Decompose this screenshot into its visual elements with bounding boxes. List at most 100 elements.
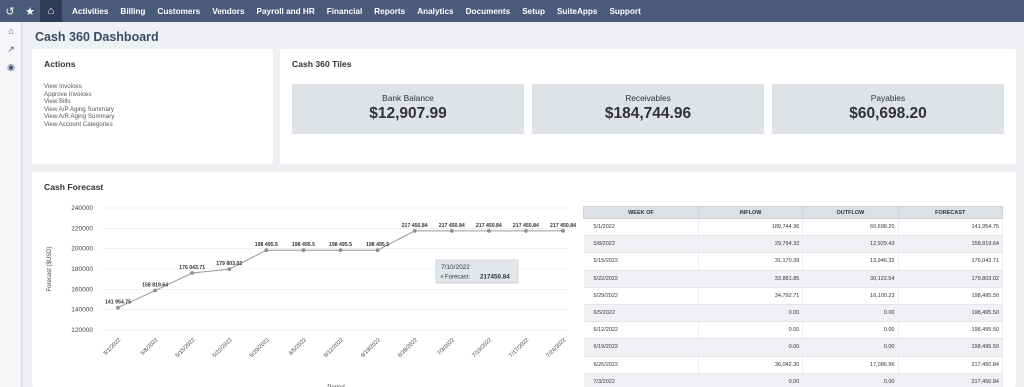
home-icon[interactable]: ⌂ bbox=[0, 22, 22, 40]
table-cell: 6/5/2022 bbox=[583, 304, 699, 323]
action-link[interactable]: View Invoices bbox=[44, 83, 114, 91]
action-link[interactable]: View A/R Aging Summary bbox=[44, 113, 114, 121]
table-cell: 189,744.96 bbox=[698, 218, 804, 237]
nav-item[interactable]: SuiteApps bbox=[557, 7, 598, 16]
tooltip-label: Forecast: bbox=[445, 275, 470, 281]
y-axis-label: Forecast ($USD) bbox=[47, 246, 53, 291]
action-link[interactable]: Approve Invoices bbox=[44, 91, 114, 99]
table-cell: 6/26/2022 bbox=[583, 356, 699, 374]
data-point bbox=[264, 248, 269, 253]
data-label: 198 495.5 bbox=[255, 242, 278, 248]
tile-bank-balance[interactable]: Bank Balance $12,907.99 bbox=[292, 84, 524, 134]
tile-value: $184,744.96 bbox=[604, 105, 692, 122]
y-tick-label: 240000 bbox=[71, 205, 93, 212]
nav-item[interactable]: Payroll and HR bbox=[257, 7, 315, 16]
data-label: 198 495.5 bbox=[292, 242, 315, 248]
x-tick-label: 7/17/2022 bbox=[508, 337, 530, 359]
x-tick-label: 5/15/2022 bbox=[175, 337, 197, 359]
table-row: 5/22/2022 33,881.85 30,122.54 179,803.02 bbox=[583, 270, 1003, 288]
tiles-title: Cash 360 Tiles bbox=[292, 59, 352, 69]
x-tick-label: 6/28/2022 bbox=[397, 337, 419, 359]
column-header[interactable]: OUTFLOW bbox=[802, 206, 899, 219]
nav-item[interactable]: Customers bbox=[157, 7, 200, 16]
data-label: 217 450.84 bbox=[439, 223, 465, 229]
action-link[interactable]: View Account Categories bbox=[44, 121, 114, 129]
y-tick-label: 140000 bbox=[71, 307, 93, 314]
data-label: 217 450.84 bbox=[476, 223, 502, 229]
table-cell: 6/12/2022 bbox=[583, 321, 699, 340]
page-title: Cash 360 Dashboard bbox=[35, 30, 159, 44]
nav-item[interactable]: Support bbox=[609, 7, 640, 16]
table-cell: 5/8/2022 bbox=[583, 235, 699, 254]
tile-label: Bank Balance bbox=[382, 93, 434, 103]
nav-item[interactable]: Reports bbox=[374, 7, 405, 16]
star-icon[interactable]: ★ bbox=[20, 0, 40, 22]
table-cell: 198,495.50 bbox=[898, 321, 1003, 340]
x-tick-label: 7/10/2022 bbox=[471, 337, 493, 359]
nav-item[interactable]: Financial bbox=[327, 7, 363, 16]
forecast-table: WEEK OF INFLOW OUTFLOW FORECAST 5/1/2022 189… bbox=[583, 206, 1003, 387]
table-row: 6/19/2022 0.00 0.00 198,495.50 bbox=[583, 338, 1003, 357]
table-cell: 33,881.85 bbox=[698, 270, 804, 288]
table-cell: 0.00 bbox=[802, 338, 899, 357]
nav-item[interactable]: Vendors bbox=[212, 7, 244, 16]
chart-icon[interactable]: ↗ bbox=[0, 40, 22, 58]
nav-item[interactable]: Setup bbox=[522, 7, 545, 16]
table-cell: 12,929.43 bbox=[802, 235, 899, 254]
table-cell: 30,122.54 bbox=[802, 270, 899, 288]
column-header[interactable]: FORECAST bbox=[897, 206, 1003, 219]
column-header[interactable]: INFLOW bbox=[697, 206, 804, 219]
nav-item[interactable]: Documents bbox=[466, 7, 511, 16]
recent-icon[interactable]: ↺ bbox=[0, 0, 20, 22]
tile-payables[interactable]: Payables $60,698.20 bbox=[772, 84, 1004, 134]
table-row: 6/12/2022 0.00 0.00 198,495.50 bbox=[583, 321, 1003, 340]
action-link[interactable]: View Bills bbox=[44, 98, 114, 106]
table-body: 5/1/2022 189,744.96 60,698.20 141,954.75 5/8… bbox=[583, 218, 1003, 387]
action-link[interactable]: View A/P Aging Summary bbox=[44, 106, 114, 114]
table-cell: 34,792.71 bbox=[698, 287, 804, 305]
tooltip-value: 217450.84 bbox=[480, 274, 510, 281]
x-tick-label: 5/29/2022 bbox=[249, 337, 271, 359]
table-cell: 179,803.02 bbox=[898, 270, 1003, 288]
y-tick-label: 180000 bbox=[71, 266, 93, 273]
table-row: 5/1/2022 189,744.96 60,698.20 141,954.75 bbox=[583, 218, 1003, 237]
x-tick-label: 6/19/2022 bbox=[360, 337, 382, 359]
globe-icon[interactable]: ◉ bbox=[0, 58, 22, 76]
table-cell: 5/1/2022 bbox=[583, 218, 699, 237]
data-point bbox=[153, 288, 157, 293]
table-cell: 0.00 bbox=[698, 373, 804, 387]
nav-item[interactable]: Billing bbox=[120, 7, 145, 16]
table-cell: 60,698.20 bbox=[802, 218, 899, 237]
tile-receivables[interactable]: Receivables $184,744.96 bbox=[532, 84, 764, 134]
tile-value: $60,698.20 bbox=[849, 105, 927, 122]
table-cell: 141,954.75 bbox=[898, 218, 1003, 237]
actions-links: View Invoices Approve Invoices View Bills V… bbox=[44, 83, 114, 129]
y-tick-label: 160000 bbox=[71, 286, 93, 293]
data-label: 217 450.84 bbox=[513, 223, 539, 229]
x-tick-label: 7/24/2022 bbox=[546, 337, 568, 359]
nav-item[interactable]: Activities bbox=[72, 7, 108, 16]
data-label: 179 803.02 bbox=[216, 261, 242, 267]
table-row: 7/3/2022 0.00 0.00 217,450.84 bbox=[583, 373, 1003, 387]
x-tick-label: 6/12/2022 bbox=[323, 337, 345, 359]
nav-menu: Activities Billing Customers Vendors Payroll… bbox=[66, 7, 647, 16]
tile-value: $12,907.99 bbox=[369, 105, 447, 122]
data-label: 217 450.84 bbox=[550, 223, 576, 229]
table-cell: 5/15/2022 bbox=[583, 252, 699, 271]
table-cell: 0.00 bbox=[802, 304, 899, 323]
data-point bbox=[227, 267, 232, 272]
table-cell: 29,794.32 bbox=[698, 235, 804, 254]
table-cell: 158,819.64 bbox=[898, 235, 1003, 254]
table-header-row: WEEK OF INFLOW OUTFLOW FORECAST bbox=[583, 206, 1003, 219]
home-icon[interactable]: ⌂ bbox=[40, 0, 62, 22]
table-row: 5/29/2022 34,792.71 16,100.23 198,495.50 bbox=[583, 287, 1003, 305]
table-cell: 36,042.30 bbox=[698, 356, 804, 374]
column-header[interactable]: WEEK OF bbox=[583, 206, 699, 219]
table-cell: 217,450.84 bbox=[898, 373, 1003, 387]
data-point bbox=[301, 248, 306, 253]
nav-item[interactable]: Analytics bbox=[417, 7, 453, 16]
data-point bbox=[116, 305, 120, 310]
data-label: 217 450.84 bbox=[402, 223, 428, 229]
table-row: 6/5/2022 0.00 0.00 198,495.50 bbox=[583, 304, 1003, 323]
table-cell: 198,495.50 bbox=[898, 338, 1003, 357]
